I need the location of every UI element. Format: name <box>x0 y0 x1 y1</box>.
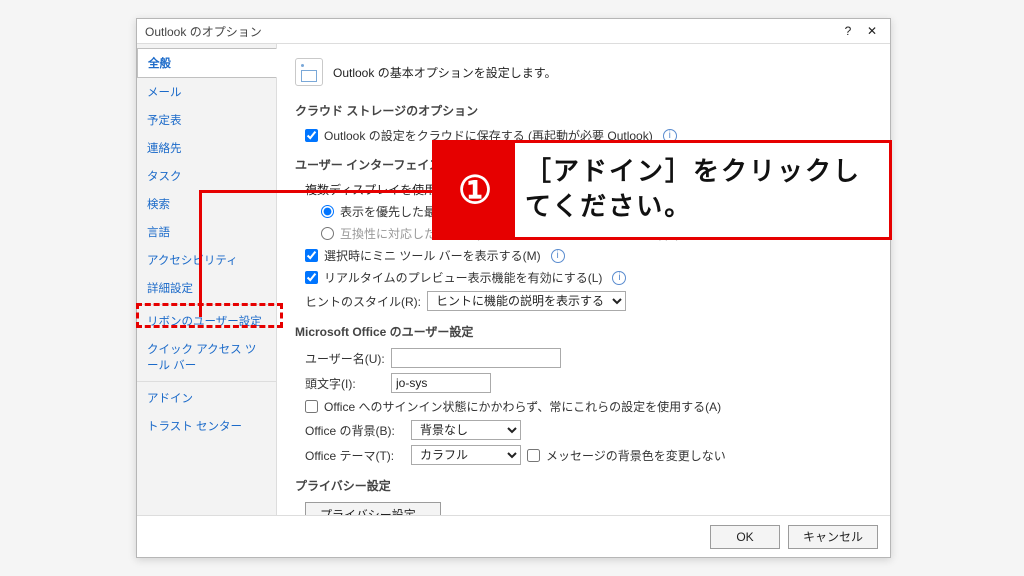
options-dialog: Outlook のオプション ? ✕ 全般メール予定表連絡先タスク検索言語アクセ… <box>136 18 891 558</box>
sidebar-separator <box>137 304 276 305</box>
sidebar-item-7[interactable]: アクセシビリティ <box>137 246 276 274</box>
close-button[interactable]: ✕ <box>860 19 884 43</box>
hint-style-row: ヒントのスタイル(R): ヒントに機能の説明を表示する <box>305 291 872 311</box>
radio-compat-optimize[interactable]: 互換性に対応した最適化 (アプリケーションの再起動が必要)(C) <box>321 225 872 242</box>
sidebar-item-1[interactable]: メール <box>137 78 276 106</box>
dialog-buttons: OK キャンセル <box>137 515 890 557</box>
mini-toolbar-checkbox[interactable] <box>305 249 318 262</box>
section-office-user-title: Microsoft Office のユーザー設定 <box>295 323 872 340</box>
always-use-row[interactable]: Office へのサインイン状態にかかわらず、常にこれらの設定を使用する(A) <box>305 398 872 415</box>
live-preview-checkbox[interactable] <box>305 271 318 284</box>
username-row: ユーザー名(U): <box>305 348 872 368</box>
sidebar-item-13[interactable]: アドイン <box>137 384 276 412</box>
cancel-button[interactable]: キャンセル <box>788 525 878 549</box>
sidebar-item-6[interactable]: 言語 <box>137 218 276 246</box>
privacy-settings-button[interactable]: プライバシー設定... <box>305 502 441 515</box>
help-button[interactable]: ? <box>836 19 860 43</box>
radio-compat[interactable] <box>321 227 334 240</box>
hint-style-select[interactable]: ヒントに機能の説明を表示する <box>427 291 626 311</box>
info-icon[interactable]: i <box>663 129 677 143</box>
sidebar-item-14[interactable]: トラスト センター <box>137 412 276 440</box>
radio-display-optimize[interactable]: 表示を優先した最適化(A) <box>321 203 872 220</box>
multi-display-label: 複数ディスプレイを使用する場合: i <box>305 181 872 198</box>
info-icon[interactable]: i <box>498 183 512 197</box>
window-title: Outlook のオプション <box>143 23 836 40</box>
sidebar-item-2[interactable]: 予定表 <box>137 106 276 134</box>
page-summary: Outlook の基本オプションを設定します。 <box>333 64 557 81</box>
sidebar-item-10[interactable]: リボンのユーザー設定 <box>137 307 276 335</box>
office-bg-row: Office の背景(B): 背景なし <box>305 420 872 440</box>
office-bg-select[interactable]: 背景なし <box>411 420 521 440</box>
always-use-checkbox[interactable] <box>305 400 318 413</box>
opt-cloud-save[interactable]: Outlook の設定をクラウドに保存する (再起動が必要 Outlook) i <box>305 127 872 144</box>
dialog-body: 全般メール予定表連絡先タスク検索言語アクセシビリティ詳細設定リボンのユーザー設定… <box>137 43 890 515</box>
mini-toolbar-row[interactable]: 選択時にミニ ツール バーを表示する(M) i <box>305 247 872 264</box>
username-field[interactable] <box>391 348 561 368</box>
cloud-save-checkbox[interactable] <box>305 129 318 142</box>
initials-field[interactable] <box>391 373 491 393</box>
section-ui-title: ユーザー インターフェイスのオプション <box>295 156 872 173</box>
ok-button[interactable]: OK <box>710 525 780 549</box>
sidebar-item-0[interactable]: 全般 <box>137 48 277 78</box>
sidebar-item-8[interactable]: 詳細設定 <box>137 274 276 302</box>
section-cloud-title: クラウド ストレージのオプション <box>295 102 872 119</box>
live-preview-row[interactable]: リアルタイムのプレビュー表示機能を有効にする(L) i <box>305 269 872 286</box>
no-msg-bg-checkbox[interactable] <box>527 449 540 462</box>
office-theme-row: Office テーマ(T): カラフル メッセージの背景色を変更しない <box>305 445 872 465</box>
general-icon <box>295 58 323 86</box>
info-icon[interactable]: i <box>612 271 626 285</box>
main-panel: Outlook の基本オプションを設定します。 クラウド ストレージのオプション… <box>277 44 890 515</box>
initials-row: 頭文字(I): <box>305 373 872 393</box>
office-theme-select[interactable]: カラフル <box>411 445 521 465</box>
sidebar-item-4[interactable]: タスク <box>137 162 276 190</box>
sidebar-item-5[interactable]: 検索 <box>137 190 276 218</box>
radio-display[interactable] <box>321 205 334 218</box>
sidebar-separator <box>137 381 276 382</box>
page-header: Outlook の基本オプションを設定します。 <box>295 58 872 86</box>
info-icon[interactable]: i <box>551 249 565 263</box>
sidebar: 全般メール予定表連絡先タスク検索言語アクセシビリティ詳細設定リボンのユーザー設定… <box>137 44 277 515</box>
sidebar-item-3[interactable]: 連絡先 <box>137 134 276 162</box>
sidebar-item-11[interactable]: クイック アクセス ツール バー <box>137 335 276 379</box>
section-privacy-title: プライバシー設定 <box>295 477 872 494</box>
titlebar: Outlook のオプション ? ✕ <box>137 19 890 43</box>
